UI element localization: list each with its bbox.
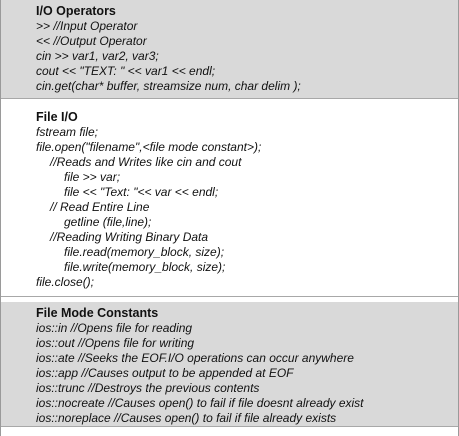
section-divider bbox=[1, 426, 458, 427]
code-line: ios::nocreate //Causes open() to fail if… bbox=[36, 396, 364, 410]
code-line: ios::ate //Seeks the EOF.I/O operations … bbox=[36, 351, 354, 365]
code-line: file.read(memory_block, size); bbox=[64, 245, 225, 259]
code-line: cin >> var1, var2, var3; bbox=[36, 49, 159, 63]
code-line: file.close(); bbox=[36, 275, 95, 289]
file-io-heading: File I/O bbox=[36, 110, 78, 124]
code-line: file << "Text: "<< var << endl; bbox=[64, 185, 219, 199]
code-line: file.write(memory_block, size); bbox=[64, 260, 226, 274]
code-line: cout << "TEXT: " << var1 << endl; bbox=[36, 64, 216, 78]
code-comment: //Reads and Writes like cin and cout bbox=[50, 155, 242, 169]
cheat-sheet-page: I/O Operators >> //Input Operator << //O… bbox=[0, 0, 459, 436]
code-comment: //Reading Writing Binary Data bbox=[50, 230, 209, 244]
code-line: ios::app //Causes output to be appended … bbox=[36, 366, 294, 380]
code-line: file >> var; bbox=[64, 170, 121, 184]
section-divider bbox=[1, 296, 458, 297]
file-mode-constants-heading: File Mode Constants bbox=[36, 306, 159, 320]
code-line: ios::trunc //Destroys the previous conte… bbox=[36, 381, 260, 395]
section-divider bbox=[1, 98, 458, 99]
code-line: << //Output Operator bbox=[36, 34, 147, 48]
code-line: file.open("filename",<file mode constant… bbox=[36, 140, 262, 154]
code-line: fstream file; bbox=[36, 125, 99, 139]
code-line: cin.get(char* buffer, streamsize num, ch… bbox=[36, 79, 301, 93]
code-line: ios::out //Opens file for writing bbox=[36, 336, 195, 350]
code-comment: // Read Entire Line bbox=[50, 200, 150, 214]
io-operators-section: I/O Operators >> //Input Operator << //O… bbox=[1, 0, 458, 98]
file-mode-constants-section: File Mode Constants ios::in //Opens file… bbox=[1, 302, 458, 426]
code-line: ios::in //Opens file for reading bbox=[36, 321, 193, 335]
file-io-section: File I/O fstream file; file.open("filena… bbox=[1, 106, 458, 296]
io-operators-heading: I/O Operators bbox=[36, 4, 116, 18]
code-line: getline (file,line); bbox=[64, 215, 152, 229]
code-line: >> //Input Operator bbox=[36, 19, 138, 33]
code-line: ios::noreplace //Causes open() to fail i… bbox=[36, 411, 337, 425]
